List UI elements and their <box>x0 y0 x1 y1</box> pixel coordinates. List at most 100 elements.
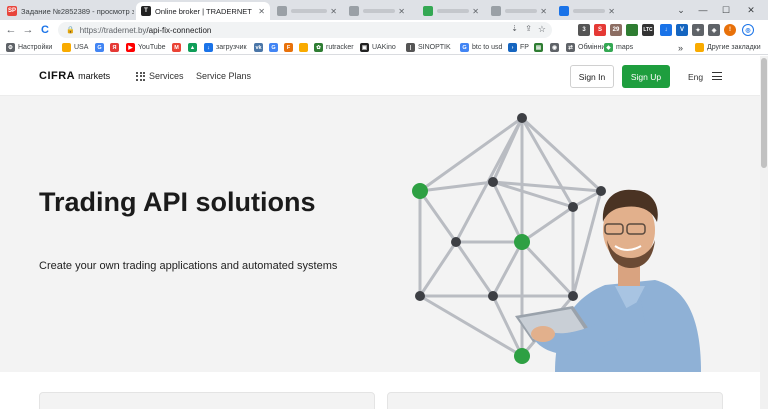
hamburger-menu-icon[interactable] <box>712 72 722 80</box>
google-icon: G <box>95 43 104 52</box>
tab-zadanie[interactable]: SP Задание №2852389 - просмотр з ✕ <box>2 2 134 20</box>
tab-search-dropdown-icon[interactable]: ⌄ <box>670 0 692 20</box>
puzzle-extensions-icon[interactable]: ◈ <box>708 24 720 36</box>
vpn-extension-icon[interactable]: V <box>676 24 688 36</box>
tab-title-blurred <box>573 9 606 13</box>
extension-icon[interactable]: 29 <box>610 24 622 36</box>
hero-title: Trading API solutions <box>39 187 316 217</box>
tab-inactive[interactable]: ✕ <box>418 2 484 20</box>
bookmark-eye[interactable]: ◉ <box>550 42 562 53</box>
scrollbar-thumb[interactable] <box>761 58 767 168</box>
leaf-icon: ✿ <box>314 43 323 52</box>
forward-button[interactable]: → <box>21 23 35 37</box>
sign-up-button[interactable]: Sign Up <box>622 65 670 88</box>
extension-icon[interactable]: S <box>594 24 606 36</box>
film-icon: ▣ <box>360 43 369 52</box>
tab-inactive[interactable]: ✕ <box>554 2 620 20</box>
close-tab-icon[interactable]: ✕ <box>327 7 337 16</box>
bookmark-settings[interactable]: ⚙ Настройки <box>6 42 52 53</box>
page-favicon-icon <box>349 6 359 16</box>
exchange-icon: ⇄ <box>566 43 575 52</box>
bookmark-f[interactable]: F <box>284 42 296 53</box>
bookmark-btc-to-usd[interactable]: Gbtc to usd <box>460 42 502 53</box>
youtube-icon: ▶ <box>126 43 135 52</box>
address-bar[interactable]: 🔒 https://tradernet.by/api-fix-connectio… <box>58 22 552 38</box>
sign-in-button[interactable]: Sign In <box>570 65 614 88</box>
bookmark-label: YouTube <box>138 44 166 51</box>
bookmark-exchange[interactable]: ⇄ Обмінник <box>566 42 608 53</box>
close-tab-icon[interactable]: ✕ <box>537 7 547 16</box>
bookmark-star-icon[interactable]: ☆ <box>538 24 546 35</box>
eye-icon: ◉ <box>550 43 559 52</box>
hero-section: Trading API solutions Create your own tr… <box>0 96 760 372</box>
close-tab-icon[interactable]: ✕ <box>255 7 265 16</box>
thermometer-icon: | <box>406 43 415 52</box>
sp-favicon-icon: SP <box>7 6 17 16</box>
bookmark-image[interactable] <box>299 42 311 53</box>
bookmark-label: загрузчик <box>216 44 247 51</box>
close-tab-icon[interactable]: ✕ <box>469 7 479 16</box>
page-favicon-icon <box>423 6 433 16</box>
tab-title: Online broker | TRADERNET <box>155 6 252 16</box>
extension-icon[interactable]: ✦ <box>692 24 704 36</box>
bookmark-youtube[interactable]: ▶ YouTube <box>126 42 166 53</box>
cifra-markets-logo[interactable]: CIFRA markets <box>39 70 110 82</box>
bookmarks-overflow-button[interactable]: » <box>678 42 683 53</box>
bookmark-label: SINOPTIK <box>418 44 451 51</box>
fp-icon: › <box>508 43 517 52</box>
close-tab-icon[interactable]: ✕ <box>395 7 405 16</box>
bookmark-sinoptik[interactable]: | SINOPTIK <box>406 42 451 53</box>
download-arrow-icon[interactable]: ⇣ <box>511 24 518 33</box>
site-header: CIFRA markets Services Service Plans Sig… <box>0 56 760 96</box>
features-section <box>0 372 760 409</box>
nav-services[interactable]: Services <box>136 71 184 81</box>
bookmark-fp[interactable]: › FP <box>508 42 529 53</box>
minimize-button[interactable]: — <box>692 0 714 20</box>
tab-tradernet[interactable]: T Online broker | TRADERNET ✕ <box>136 2 270 20</box>
bookmark-rutracker[interactable]: ✿ rutracker <box>314 42 354 53</box>
profile-avatar[interactable]: ! <box>724 24 736 36</box>
grid-menu-icon <box>136 71 145 81</box>
bookmark-label: btc to usd <box>472 44 503 51</box>
bookmark-vk[interactable]: vk <box>254 42 266 53</box>
google-icon: G <box>460 43 469 52</box>
ltc-price-extension-icon[interactable]: LTC <box>642 24 654 36</box>
bookmark-drive[interactable]: ▲ <box>188 42 200 53</box>
nav-service-plans[interactable]: Service Plans <box>196 71 251 81</box>
close-tab-icon[interactable]: ✕ <box>605 7 615 16</box>
reload-button[interactable]: C <box>38 23 52 37</box>
tab-inactive[interactable]: ✕ <box>486 2 552 20</box>
bookmark-downloader[interactable]: ↓ загрузчик <box>204 42 247 53</box>
close-window-button[interactable]: ✕ <box>740 0 762 20</box>
bookmark-label: rutracker <box>326 44 354 51</box>
nav-services-label: Services <box>149 71 184 81</box>
page-scrollbar[interactable] <box>760 56 768 409</box>
extension-icon[interactable]: 3 <box>578 24 590 36</box>
back-button[interactable]: ← <box>4 23 18 37</box>
tab-title-blurred <box>505 9 538 13</box>
tab-inactive[interactable]: ✕ <box>344 2 410 20</box>
bookmark-gmail[interactable]: M <box>172 42 184 53</box>
download-extension-icon[interactable]: ↓ <box>660 24 672 36</box>
btc-price-extension-icon[interactable] <box>626 24 638 36</box>
page-viewport: CIFRA markets Services Service Plans Sig… <box>0 56 760 409</box>
bookmark-google[interactable]: G <box>95 42 107 53</box>
chart-icon: ▤ <box>534 43 543 52</box>
bookmark-chart[interactable]: ▤ <box>534 42 546 53</box>
bookmark-label: Настройки <box>18 44 53 51</box>
hero-subtitle: Create your own trading applications and… <box>39 260 338 272</box>
bookmark-label: Другие закладки <box>707 44 761 51</box>
bookmark-maps[interactable]: ◆ maps <box>604 42 633 53</box>
bookmark-google[interactable]: G <box>269 42 281 53</box>
bookmark-other[interactable]: Другие закладки <box>695 42 761 53</box>
share-icon[interactable]: ⇪ <box>525 24 532 33</box>
tab-inactive[interactable]: ✕ <box>272 2 342 20</box>
tab-title: Задание №2852389 - просмотр з <box>21 6 134 16</box>
bookmark-uakino[interactable]: ▣ UAKino <box>360 42 396 53</box>
bookmark-usa[interactable]: USA <box>62 42 88 53</box>
bookmark-yandex[interactable]: Я <box>110 42 122 53</box>
menu-extension-icon[interactable]: ◎ <box>742 24 754 36</box>
download-icon: ↓ <box>204 43 213 52</box>
maximize-button[interactable]: ☐ <box>715 0 737 20</box>
language-selector[interactable]: Eng <box>688 72 703 82</box>
